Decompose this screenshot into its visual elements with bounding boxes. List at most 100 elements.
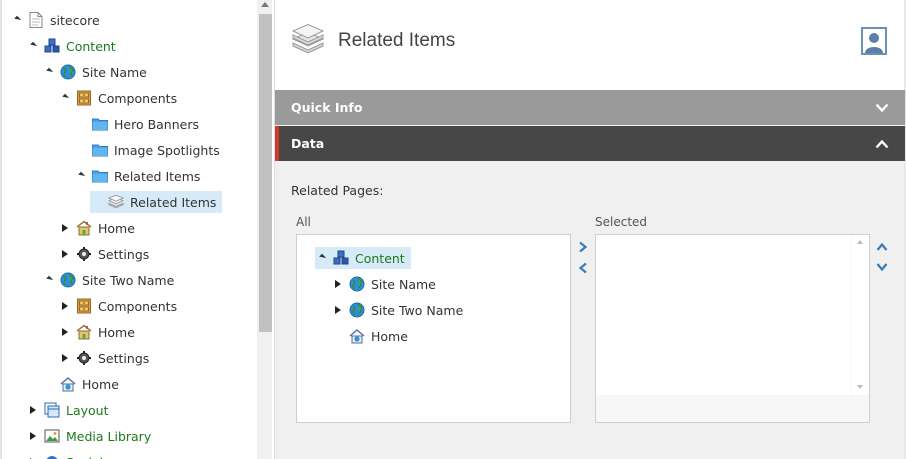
tree-item-label: Media Library [66, 428, 152, 444]
selected-list-area[interactable] [596, 235, 851, 395]
tree-item-label: Related Items [130, 194, 217, 210]
chevron-up-icon[interactable] [875, 137, 889, 152]
layers-icon [291, 23, 325, 61]
all-tree-item-label: Content [355, 250, 405, 266]
tree-item-label: Site Two Name [82, 272, 175, 288]
expand-arrow-icon[interactable] [42, 273, 56, 287]
collapse-arrow-icon[interactable] [58, 325, 72, 339]
user-avatar-icon[interactable] [861, 27, 887, 55]
tree-item-label: Content [66, 38, 116, 54]
move-left-icon[interactable] [576, 261, 590, 275]
scroll-up-icon[interactable] [261, 2, 269, 7]
tree-item[interactable]: Content [26, 35, 116, 57]
scroll-thumb[interactable] [259, 14, 272, 332]
collapse-arrow-icon[interactable] [58, 221, 72, 235]
content-cubes-icon [44, 38, 60, 54]
tree-item[interactable]: Site Name [42, 61, 147, 83]
all-tree-item[interactable]: Site Name [331, 273, 436, 295]
tree-item[interactable]: Home [58, 217, 135, 239]
collapse-arrow-icon[interactable] [58, 351, 72, 365]
tree-item-label: Home [98, 220, 135, 236]
tree-item[interactable]: sitecore [10, 9, 100, 31]
tree-item[interactable]: Image Spotlights [74, 139, 220, 161]
globe-icon [349, 302, 365, 318]
home-house-icon [76, 324, 92, 340]
tree-scrollbar[interactable] [257, 0, 272, 459]
collapse-arrow-icon[interactable] [26, 403, 40, 417]
expand-arrow-icon[interactable] [74, 169, 88, 183]
item-title: Related Items [338, 30, 456, 51]
tree-item[interactable]: Site Two Name [42, 269, 174, 291]
tree-item[interactable]: Social [26, 451, 103, 459]
expand-arrow-icon[interactable] [10, 13, 24, 27]
tree-item[interactable]: Media Library [26, 425, 151, 447]
tree-item-label: Settings [98, 350, 150, 366]
content-tree-pane: sitecore Content Site Name Components Hero B… [0, 0, 272, 459]
tree-item-label: Layout [66, 402, 109, 418]
expand-arrow-icon[interactable] [315, 251, 329, 265]
tree-item-label: Settings [98, 246, 150, 262]
collapse-arrow-icon[interactable] [26, 455, 40, 459]
all-label: All [296, 215, 311, 229]
collapse-arrow-icon[interactable] [26, 429, 40, 443]
home-globe-icon [349, 328, 365, 344]
tree-item-label: Social [66, 455, 103, 459]
tree-item[interactable]: Hero Banners [74, 113, 199, 135]
collapse-arrow-icon[interactable] [58, 247, 72, 261]
editor-header: Related Items [275, 0, 906, 90]
section-quick-info[interactable]: Quick Info [275, 90, 905, 125]
all-tree-item[interactable]: Content [315, 247, 411, 269]
tree-item[interactable]: Components [58, 87, 177, 109]
section-data-label: Data [291, 136, 325, 151]
tree-item-label: Home [98, 324, 135, 340]
selected-scrollbar[interactable] [852, 235, 869, 395]
section-data[interactable]: Data [275, 126, 905, 161]
expand-arrow-icon[interactable] [58, 91, 72, 105]
cabinet-icon [76, 298, 92, 314]
scroll-up-icon[interactable] [857, 240, 863, 244]
tree-item[interactable]: Settings [58, 243, 149, 265]
all-tree-item-label: Site Name [371, 276, 436, 292]
globe-icon [60, 272, 76, 288]
document-icon [28, 12, 44, 28]
collapse-arrow-icon[interactable] [58, 299, 72, 313]
all-tree-item[interactable]: Site Two Name [331, 299, 463, 321]
tree-item-label: Related Items [114, 168, 201, 184]
tree-item-label: Components [98, 90, 178, 106]
tree-item[interactable]: Related Items [74, 165, 200, 187]
scroll-down-icon[interactable] [857, 385, 863, 389]
tree-item[interactable]: Home [58, 321, 135, 343]
expand-arrow-icon[interactable] [42, 65, 56, 79]
tree-item[interactable]: Related Items [90, 191, 223, 213]
tree-item[interactable]: Settings [58, 347, 149, 369]
section-quick-info-label: Quick Info [291, 100, 363, 115]
layers-icon [108, 194, 124, 210]
all-tree-item[interactable]: Home [331, 325, 408, 347]
tree-item-label: Components [98, 298, 178, 314]
collapse-arrow-icon[interactable] [331, 303, 345, 317]
related-pages-label: Related Pages: [291, 183, 384, 198]
tree-item[interactable]: Components [58, 295, 177, 317]
move-down-icon[interactable] [875, 260, 889, 274]
gear-icon [76, 246, 92, 262]
move-up-icon[interactable] [875, 240, 889, 254]
social-icon [44, 454, 60, 459]
collapse-arrow-icon[interactable] [331, 277, 345, 291]
folder-icon [92, 142, 108, 158]
tree-item[interactable]: Home [42, 373, 119, 395]
content-cubes-icon [333, 250, 349, 266]
all-tree-item-label: Home [371, 328, 408, 344]
all-tree-item-label: Site Two Name [371, 302, 464, 318]
folder-icon [92, 168, 108, 184]
tree-item-label: Image Spotlights [114, 142, 220, 158]
selected-items-list[interactable] [595, 234, 870, 423]
expand-arrow-icon[interactable] [26, 39, 40, 53]
tree-item-label: Home [82, 376, 119, 392]
cabinet-icon [76, 90, 92, 106]
media-icon [44, 428, 60, 444]
chevron-down-icon[interactable] [875, 101, 889, 116]
move-right-icon[interactable] [576, 240, 590, 254]
all-items-tree[interactable]: Content Site Name Site Two Name Home [296, 234, 571, 423]
tree-item[interactable]: Layout [26, 399, 109, 421]
selected-label: Selected [595, 215, 648, 229]
